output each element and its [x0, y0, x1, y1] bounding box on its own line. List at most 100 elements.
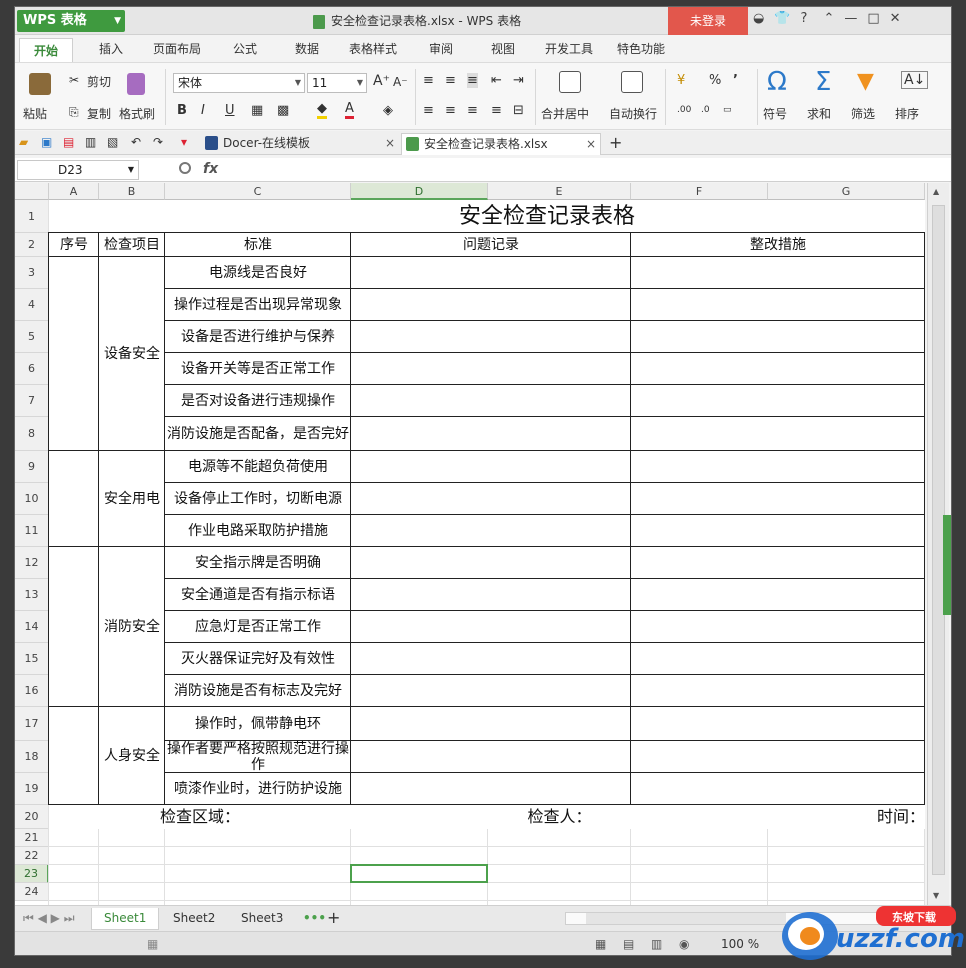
- sum-button[interactable]: 求和: [807, 105, 831, 122]
- row-header-15[interactable]: 15: [15, 643, 49, 675]
- new-tab-button[interactable]: +: [609, 133, 622, 152]
- standard-cell[interactable]: 电源等不能超负荷使用: [165, 451, 351, 483]
- copy-button[interactable]: 复制: [87, 105, 111, 122]
- sort-icon[interactable]: A↓: [901, 71, 929, 89]
- standard-cell[interactable]: 安全指示牌是否明确: [165, 547, 351, 579]
- standard-cell[interactable]: 喷漆作业时，进行防护设施: [165, 773, 351, 805]
- collapse-ribbon-icon[interactable]: ⌃: [823, 11, 834, 26]
- standard-cell[interactable]: 应急灯是否正常工作: [165, 611, 351, 643]
- seq-cell[interactable]: [49, 451, 99, 547]
- issue-cell[interactable]: [351, 385, 631, 417]
- close-tab-icon[interactable]: ×: [586, 134, 596, 154]
- increase-decimal-icon[interactable]: .00: [677, 105, 691, 115]
- header-standard[interactable]: 标准: [165, 233, 351, 257]
- row-header-6[interactable]: 6: [15, 353, 49, 385]
- fix-cell[interactable]: [631, 353, 925, 385]
- clear-format-icon[interactable]: ◈: [383, 103, 393, 118]
- standard-cell[interactable]: 操作过程是否出现异常现象: [165, 289, 351, 321]
- zoom-level[interactable]: 100 %: [721, 937, 759, 951]
- header-item[interactable]: 检查项目: [99, 233, 165, 257]
- filter-button[interactable]: 筛选: [851, 105, 875, 122]
- font-color-icon[interactable]: A: [345, 101, 354, 119]
- row-header-11[interactable]: 11: [15, 515, 49, 547]
- standard-cell[interactable]: 消防设施是否有标志及完好: [165, 675, 351, 707]
- open-folder-icon[interactable]: ▰: [19, 135, 28, 149]
- header-issue[interactable]: 问题记录: [351, 233, 631, 257]
- header-fix[interactable]: 整改措施: [631, 233, 925, 257]
- pdf-icon[interactable]: ▤: [63, 135, 74, 149]
- row-header-14[interactable]: 14: [15, 611, 49, 643]
- more-sheets-icon[interactable]: •••: [303, 911, 326, 925]
- tab-home[interactable]: 开始: [19, 38, 74, 62]
- currency-icon[interactable]: ¥: [677, 73, 685, 88]
- fill-color-icon[interactable]: ◆: [317, 101, 327, 119]
- group-name-cell[interactable]: 设备安全: [99, 257, 165, 451]
- align-top-icon[interactable]: ≡: [423, 73, 434, 88]
- copy-icon[interactable]: ⎘: [69, 105, 79, 120]
- seq-cell[interactable]: [49, 547, 99, 707]
- row-header-23[interactable]: 23: [15, 865, 49, 883]
- issue-cell[interactable]: [351, 773, 631, 805]
- sort-button[interactable]: 排序: [895, 105, 919, 122]
- issue-cell[interactable]: [351, 483, 631, 515]
- row-header-10[interactable]: 10: [15, 483, 49, 515]
- standard-cell[interactable]: 是否对设备进行违规操作: [165, 385, 351, 417]
- doc-tab-workbook[interactable]: 安全检查记录表格.xlsx ×: [401, 133, 601, 155]
- standard-cell[interactable]: 操作时，佩带静电环: [165, 707, 351, 741]
- fix-cell[interactable]: [631, 451, 925, 483]
- distributed-icon[interactable]: ⊟: [513, 103, 524, 118]
- footer-time-cell[interactable]: 时间：: [768, 805, 925, 829]
- issue-cell[interactable]: [351, 547, 631, 579]
- align-middle-icon[interactable]: ≡: [445, 73, 456, 88]
- row-header-8[interactable]: 8: [15, 417, 49, 451]
- fix-cell[interactable]: [631, 289, 925, 321]
- column-header-d[interactable]: D: [351, 183, 488, 200]
- help-icon[interactable]: ?: [801, 11, 808, 26]
- footer-area-cell[interactable]: 检查区域：: [49, 805, 351, 829]
- row-header-21[interactable]: 21: [15, 829, 49, 847]
- align-right-icon[interactable]: ≡: [467, 103, 478, 118]
- row-header-1[interactable]: 1: [15, 200, 49, 233]
- fix-cell[interactable]: [631, 483, 925, 515]
- h-scroll-thumb[interactable]: [586, 913, 786, 924]
- tab-formula[interactable]: 公式: [233, 40, 257, 57]
- omega-symbol-icon[interactable]: Ω: [767, 67, 787, 97]
- cut-button[interactable]: 剪切: [87, 73, 111, 90]
- issue-cell[interactable]: [351, 321, 631, 353]
- percent-button[interactable]: %: [709, 73, 721, 88]
- align-left-icon[interactable]: ≡: [423, 103, 434, 118]
- standard-cell[interactable]: 设备开关等是否正常工作: [165, 353, 351, 385]
- tab-page-layout[interactable]: 页面布局: [153, 40, 201, 57]
- row-header-19[interactable]: 19: [15, 773, 49, 805]
- row-header-2[interactable]: 2: [15, 233, 49, 257]
- name-box[interactable]: D23 ▼: [17, 160, 139, 180]
- sigma-icon[interactable]: Σ: [815, 67, 831, 97]
- search-icon[interactable]: [179, 162, 191, 174]
- border-icon[interactable]: ▦: [251, 103, 263, 118]
- format-painter-icon[interactable]: [127, 73, 145, 95]
- issue-cell[interactable]: [351, 515, 631, 547]
- fix-cell[interactable]: [631, 773, 925, 805]
- macro-icon[interactable]: ▦: [147, 937, 158, 951]
- fill-pattern-icon[interactable]: ▩: [277, 103, 289, 118]
- sheet-tab-3[interactable]: Sheet3: [229, 908, 295, 930]
- fix-cell[interactable]: [631, 547, 925, 579]
- tab-developer[interactable]: 开发工具: [545, 40, 593, 57]
- close-tab-icon[interactable]: ×: [385, 133, 395, 153]
- standard-cell[interactable]: 消防设施是否配备，是否完好: [165, 417, 351, 451]
- fix-cell[interactable]: [631, 515, 925, 547]
- fix-cell[interactable]: [631, 417, 925, 451]
- funnel-icon[interactable]: ▼: [857, 69, 874, 94]
- row-header-22[interactable]: 22: [15, 847, 49, 865]
- select-all-corner[interactable]: [15, 183, 49, 200]
- row-header-17[interactable]: 17: [15, 707, 49, 741]
- fix-cell[interactable]: [631, 579, 925, 611]
- group-name-cell[interactable]: 消防安全: [99, 547, 165, 707]
- standard-cell[interactable]: 安全通道是否有指示标语: [165, 579, 351, 611]
- fix-cell[interactable]: [631, 611, 925, 643]
- standard-cell[interactable]: 灭火器保证完好及有效性: [165, 643, 351, 675]
- row-header-7[interactable]: 7: [15, 385, 49, 417]
- number-format-icon[interactable]: ▭: [723, 105, 732, 115]
- fix-cell[interactable]: [631, 257, 925, 289]
- decrease-decimal-icon[interactable]: .0: [701, 105, 710, 115]
